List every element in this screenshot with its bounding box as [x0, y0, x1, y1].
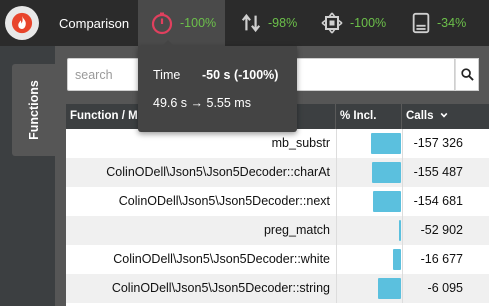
table-row[interactable]: preg_match -52 902	[66, 216, 489, 245]
functions-table: Function / M % Incl. Calls mb_substr -15…	[66, 104, 489, 306]
metric-memory[interactable]: -34%	[411, 0, 466, 46]
metric-memory-value: -34%	[437, 16, 467, 30]
tooltip-value: -50 s (-100%)	[202, 68, 279, 82]
column-incl[interactable]: % Incl.	[336, 104, 402, 129]
search-icon	[460, 68, 474, 81]
function-name: ColinODell\Json5\Json5Decoder::white	[113, 252, 330, 266]
flame-icon	[11, 12, 33, 34]
logo[interactable]	[5, 6, 39, 40]
metric-time-value: -100%	[180, 16, 217, 30]
metric-cpu[interactable]: -100%	[320, 0, 386, 46]
table-row[interactable]: ColinODell\Json5\Json5Decoder::white -16…	[66, 245, 489, 274]
incl-bar	[371, 133, 401, 154]
function-name: preg_match	[263, 223, 330, 237]
metric-io-value: -98%	[268, 16, 298, 30]
column-calls-label: Calls	[406, 110, 434, 122]
table-row[interactable]: ColinODell\Json5\Json5Decoder::next -154…	[66, 187, 489, 216]
incl-bar	[399, 220, 401, 241]
incl-cell	[336, 274, 402, 303]
memory-icon	[412, 12, 430, 34]
cpu-chip-icon	[321, 12, 343, 34]
tab-functions[interactable]: Functions	[12, 64, 55, 156]
table-row[interactable]: mb_substr -157 326	[66, 129, 489, 158]
metric-cpu-value: -100%	[350, 16, 387, 30]
incl-bar	[373, 191, 401, 212]
calls-value: -52 902	[402, 216, 489, 245]
function-name: mb_substr	[271, 136, 330, 150]
calls-value: -16 677	[402, 245, 489, 274]
incl-cell	[336, 245, 402, 274]
calls-value: -155 487	[402, 158, 489, 187]
calls-value: -154 681	[402, 187, 489, 216]
incl-bar	[393, 249, 401, 270]
table-row[interactable]: ColinODell\Json5\Json5Decoder::charAt -1…	[66, 158, 489, 187]
chevron-down-icon	[440, 112, 448, 118]
top-bar: Comparison -100% -98% -100% -34%	[0, 0, 489, 46]
timer-icon	[151, 12, 173, 35]
page-title: Comparison	[59, 16, 130, 31]
incl-cell	[336, 187, 402, 216]
arrows-up-down-icon	[241, 13, 261, 33]
tooltip-arrow	[162, 40, 174, 46]
metric-time[interactable]: -100%	[138, 0, 225, 46]
search-placeholder: search	[75, 68, 113, 82]
function-name: ColinODell\Json5\Json5Decoder::next	[118, 194, 330, 208]
calls-value: -157 326	[402, 129, 489, 158]
tab-functions-label: Functions	[26, 80, 41, 140]
incl-cell	[336, 129, 402, 158]
search-button[interactable]	[455, 58, 479, 91]
incl-bar	[378, 278, 401, 299]
function-name: ColinODell\Json5\Json5Decoder::charAt	[106, 165, 330, 179]
incl-cell	[336, 216, 402, 245]
calls-value: -6 095	[402, 274, 489, 303]
incl-bar	[372, 162, 401, 183]
tooltip-label: Time	[153, 68, 181, 82]
metric-io[interactable]: -98%	[240, 0, 297, 46]
column-calls[interactable]: Calls	[402, 104, 489, 129]
tooltip-range: 49.6 s → 5.55 ms	[153, 96, 251, 110]
table-row[interactable]: ColinODell\Json5\Json5Decoder::string -6…	[66, 274, 489, 303]
function-name: ColinODell\Json5\Json5Decoder::string	[111, 281, 330, 295]
metric-tooltip: Time -50 s (-100%) 49.6 s → 5.55 ms	[138, 40, 297, 132]
incl-cell	[336, 158, 402, 187]
